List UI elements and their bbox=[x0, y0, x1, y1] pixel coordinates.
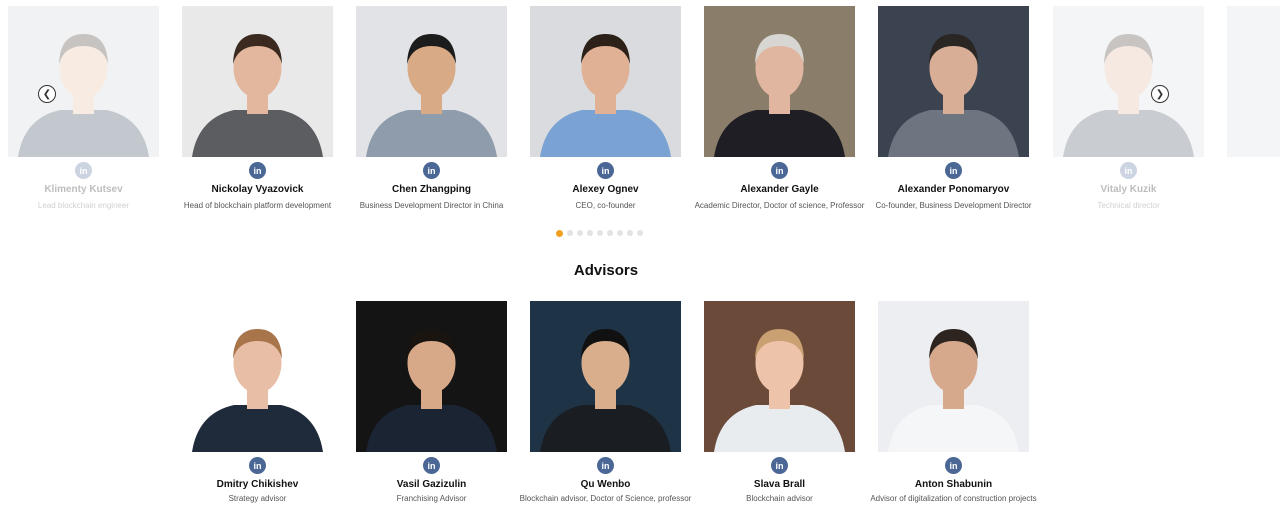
team-photo bbox=[8, 6, 159, 157]
advisor-card: in Dmitry Chikishev Strategy advisor bbox=[182, 301, 333, 503]
advisor-role: Strategy advisor bbox=[228, 494, 287, 503]
advisor-photo bbox=[878, 301, 1029, 452]
linkedin-icon[interactable]: in bbox=[423, 457, 440, 474]
pagination-dot[interactable] bbox=[587, 230, 593, 236]
team-photo bbox=[530, 6, 681, 157]
linkedin-icon[interactable]: in bbox=[249, 457, 266, 474]
advisor-name: Dmitry Chikishev bbox=[216, 479, 299, 490]
carousel-next-button[interactable]: ❯ bbox=[1151, 85, 1169, 103]
team-card: in Klimenty Kutsev Lead blockchain engin… bbox=[8, 6, 159, 210]
advisor-name: Slava Brall bbox=[753, 479, 806, 490]
advisor-name: Vasil Gazizulin bbox=[396, 479, 467, 490]
advisor-role: Advisor of digitalization of constructio… bbox=[870, 494, 1037, 503]
advisor-card: in Anton Shabunin Advisor of digitalizat… bbox=[870, 301, 1037, 503]
team-photo bbox=[1227, 6, 1280, 157]
team-member-role: Academic Director, Doctor of science, Pr… bbox=[694, 201, 865, 210]
advisor-photo bbox=[530, 301, 681, 452]
team-card: in Alexander Ponomaryov Co-founder, Busi… bbox=[875, 6, 1032, 210]
team-member-role: Head of blockchain platform development bbox=[183, 201, 332, 210]
advisor-name: Anton Shabunin bbox=[914, 479, 993, 490]
team-card: in Nickolay Vyazovick Head of blockchain… bbox=[182, 6, 333, 210]
linkedin-icon[interactable]: in bbox=[771, 457, 788, 474]
advisor-card: in Qu Wenbo Blockchain advisor, Doctor o… bbox=[520, 301, 691, 503]
team-card: in Alexander Gayle Academic Director, Do… bbox=[695, 6, 864, 210]
team-photo bbox=[1053, 6, 1204, 157]
advisor-photo bbox=[704, 301, 855, 452]
pagination-dot[interactable] bbox=[637, 230, 643, 236]
team-member-role: Lead blockchain engineer bbox=[37, 201, 130, 210]
team-member-name: Alexey Ognev bbox=[572, 184, 639, 195]
team-photo bbox=[878, 6, 1029, 157]
pagination-dot[interactable] bbox=[567, 230, 573, 236]
linkedin-icon[interactable]: in bbox=[1120, 162, 1137, 179]
linkedin-icon[interactable]: in bbox=[423, 162, 440, 179]
advisor-role: Blockchain advisor bbox=[746, 494, 813, 503]
team-photo bbox=[182, 6, 333, 157]
team-member-role: CEO, co-founder bbox=[575, 201, 636, 210]
team-card-partial bbox=[1227, 6, 1280, 157]
pagination-dot[interactable] bbox=[597, 230, 603, 236]
linkedin-icon[interactable]: in bbox=[75, 162, 92, 179]
advisors-heading: Advisors bbox=[573, 262, 639, 279]
team-photo bbox=[704, 6, 855, 157]
carousel-pagination bbox=[556, 229, 643, 237]
pagination-dot[interactable] bbox=[556, 229, 563, 237]
chevron-left-icon: ❮ bbox=[42, 88, 52, 100]
carousel-prev-button[interactable]: ❮ bbox=[38, 85, 56, 103]
linkedin-icon[interactable]: in bbox=[945, 457, 962, 474]
advisor-card: in Slava Brall Blockchain advisor bbox=[704, 301, 855, 503]
team-member-name: Nickolay Vyazovick bbox=[211, 184, 304, 195]
team-member-name: Vitaly Kuzik bbox=[1100, 184, 1157, 195]
advisor-role: Blockchain advisor, Doctor of Science, p… bbox=[519, 494, 692, 503]
pagination-dot[interactable] bbox=[607, 230, 613, 236]
pagination-dot[interactable] bbox=[627, 230, 633, 236]
advisor-photo bbox=[182, 301, 333, 452]
linkedin-icon[interactable]: in bbox=[771, 162, 788, 179]
team-card: in Vitaly Kuzik Technical director bbox=[1053, 6, 1204, 210]
chevron-right-icon: ❯ bbox=[1155, 88, 1165, 100]
team-card: in Alexey Ognev CEO, co-founder bbox=[530, 6, 681, 210]
linkedin-icon[interactable]: in bbox=[945, 162, 962, 179]
team-member-name: Chen Zhangping bbox=[392, 184, 471, 195]
team-photo bbox=[356, 6, 507, 157]
linkedin-icon[interactable]: in bbox=[597, 162, 614, 179]
team-member-name: Klimenty Kutsev bbox=[44, 184, 123, 195]
pagination-dot[interactable] bbox=[617, 230, 623, 236]
advisor-name: Qu Wenbo bbox=[580, 479, 631, 490]
advisor-photo bbox=[356, 301, 507, 452]
team-member-role: Technical director bbox=[1097, 201, 1160, 210]
team-member-role: Business Development Director in China bbox=[359, 201, 504, 210]
advisor-card: in Vasil Gazizulin Franchising Advisor bbox=[356, 301, 507, 503]
team-member-name: Alexander Gayle bbox=[740, 184, 819, 195]
pagination-dot[interactable] bbox=[577, 230, 583, 236]
team-member-name: Alexander Ponomaryov bbox=[897, 184, 1010, 195]
team-member-role: Co-founder, Business Development Directo… bbox=[875, 201, 1032, 210]
linkedin-icon[interactable]: in bbox=[597, 457, 614, 474]
advisor-role: Franchising Advisor bbox=[396, 494, 467, 503]
linkedin-icon[interactable]: in bbox=[249, 162, 266, 179]
team-card: in Chen Zhangping Business Development D… bbox=[356, 6, 507, 210]
